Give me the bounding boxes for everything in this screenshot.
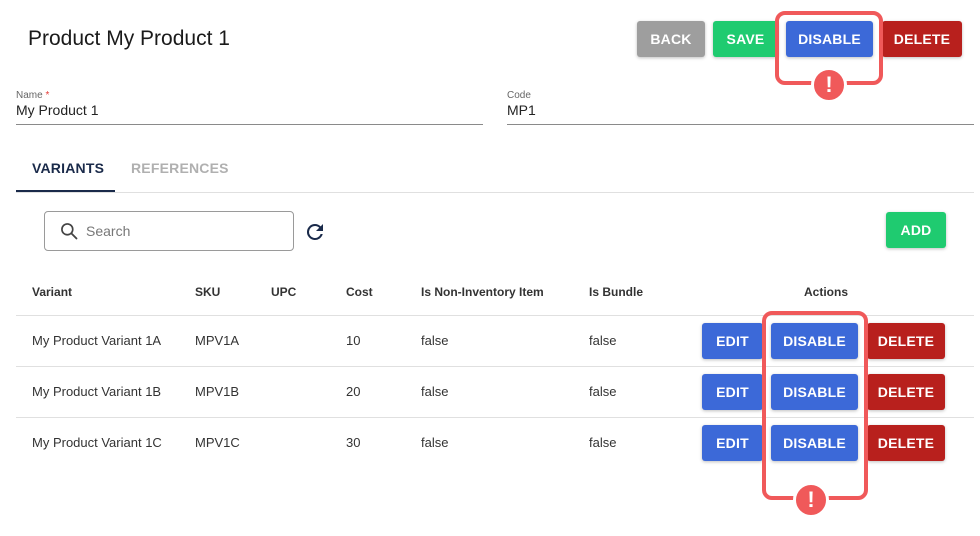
cell-bundle: false (589, 435, 617, 450)
tab-references[interactable]: REFERENCES (131, 160, 229, 176)
cell-variant: My Product Variant 1A (32, 333, 162, 348)
cell-non-inventory: false (421, 384, 449, 399)
cell-sku: MPV1C (195, 435, 240, 450)
delete-variant-button[interactable]: DELETE (867, 323, 945, 359)
edit-button[interactable]: EDIT (702, 374, 763, 410)
cell-bundle: false (589, 333, 617, 348)
column-header-upc: UPC (271, 285, 297, 299)
active-tab-indicator (16, 190, 115, 192)
cell-non-inventory: false (421, 435, 449, 450)
code-field[interactable]: Code MP1 (507, 90, 974, 125)
edit-button[interactable]: EDIT (702, 425, 763, 461)
cell-variant: My Product Variant 1B (32, 384, 162, 399)
column-header-bundle: Is Bundle (589, 285, 644, 299)
code-field-label: Code (507, 90, 531, 101)
cell-sku: MPV1B (195, 384, 240, 399)
cell-cost: 10 (346, 333, 361, 348)
highlight-callout-row-disable (762, 311, 868, 500)
back-button[interactable]: BACK (637, 21, 705, 57)
cell-cost: 20 (346, 384, 361, 399)
tabs-divider (16, 192, 974, 193)
cell-non-inventory: false (421, 333, 449, 348)
save-button[interactable]: SAVE (713, 21, 778, 57)
delete-variant-button[interactable]: DELETE (867, 425, 945, 461)
column-header-actions: Actions (804, 285, 849, 299)
warning-icon: ! (811, 67, 847, 103)
cell-bundle: false (589, 384, 617, 399)
cell-variant: My Product Variant 1C (32, 435, 162, 450)
search-input[interactable] (86, 221, 286, 241)
add-variant-button[interactable]: ADD (886, 212, 946, 248)
cell-cost: 30 (346, 435, 361, 450)
search-icon (61, 223, 78, 240)
search-box[interactable] (44, 211, 294, 251)
refresh-icon[interactable] (303, 220, 327, 244)
required-mark: * (45, 90, 50, 101)
name-field[interactable]: Name * My Product 1 (16, 90, 483, 125)
warning-icon: ! (793, 482, 829, 518)
column-header-sku: SKU (195, 285, 221, 299)
column-header-variant: Variant (32, 285, 73, 299)
cell-sku: MPV1A (195, 333, 240, 348)
delete-variant-button[interactable]: DELETE (867, 374, 945, 410)
code-field-value[interactable]: MP1 (507, 102, 536, 118)
page-title: Product My Product 1 (28, 27, 230, 50)
name-field-label: Name * (16, 90, 50, 101)
name-field-value[interactable]: My Product 1 (16, 102, 98, 118)
tab-variants[interactable]: VARIANTS (32, 160, 104, 176)
column-header-cost: Cost (346, 285, 373, 299)
delete-product-button[interactable]: DELETE (882, 21, 962, 57)
column-header-non-inventory: Is Non-Inventory Item (421, 285, 544, 299)
edit-button[interactable]: EDIT (702, 323, 763, 359)
